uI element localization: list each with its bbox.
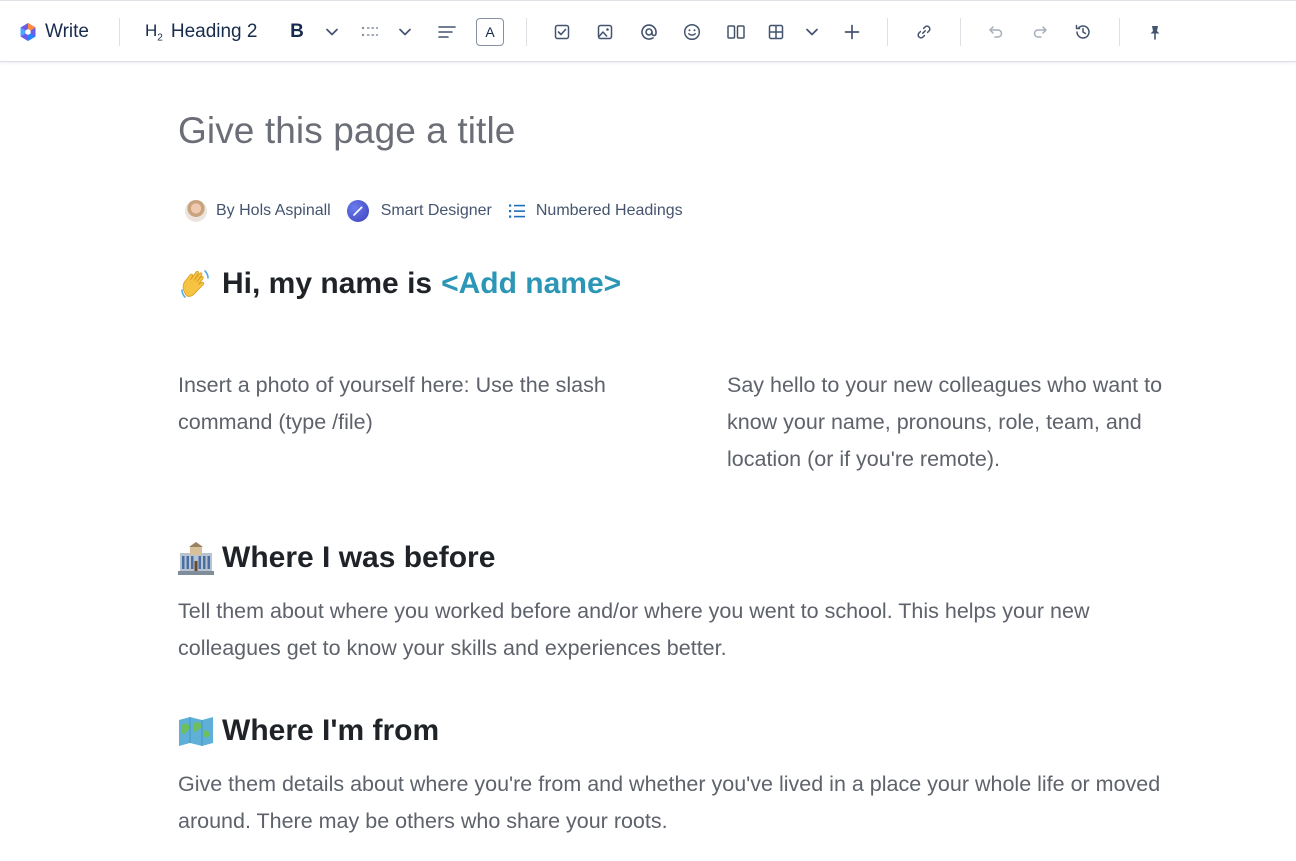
smart-designer-icon [346,200,369,222]
photo-instruction-text[interactable]: Insert a photo of yourself here: Use the… [178,367,678,441]
toolbar-divider [526,18,527,46]
author-byline[interactable]: By Hols Aspinall [185,200,331,222]
page-title-input[interactable]: Give this page a title [178,110,515,152]
text-color-button[interactable]: A [476,18,504,46]
school-building-icon [178,541,214,575]
name-placeholder[interactable]: <Add name> [441,267,621,301]
section-heading-from: Where I'm from [178,711,439,751]
world-map-icon [178,716,214,746]
waving-hand-icon [178,266,214,302]
intro-heading-text: Hi, my name is [222,267,433,300]
text-style-label: Heading 2 [170,21,258,42]
layouts-columns-icon[interactable] [725,22,747,42]
bullet-list-icon[interactable] [359,22,381,42]
table-icon[interactable] [766,22,786,42]
image-icon[interactable] [595,22,615,42]
toolbar-divider [119,18,120,46]
action-item-checkbox-icon[interactable] [552,22,572,42]
toolbar-divider [887,18,888,46]
hello-instruction-text[interactable]: Say hello to your new colleagues who wan… [727,367,1207,478]
section-heading-from-text: Where I'm from [222,714,440,747]
toolbar-divider [1119,18,1120,46]
section-heading-before-text: Where I was before [222,541,496,574]
numbered-headings-byline[interactable]: Numbered Headings [508,202,683,220]
more-formatting-chevron-down-icon[interactable] [322,22,342,42]
emoji-icon[interactable] [681,21,703,43]
text-style-dropdown[interactable]: H2 Heading 2 [145,19,257,45]
intro-heading: Hi, my name is <Add name> [178,264,621,304]
redo-icon[interactable] [1030,22,1050,42]
bold-button[interactable]: B [284,19,310,45]
write-mode-logo-icon[interactable] [18,22,38,42]
pin-toolbar-icon[interactable] [1145,22,1165,42]
link-icon[interactable] [914,22,934,42]
section-heading-before: Where I was before [178,538,495,578]
undo-icon[interactable] [986,22,1006,42]
section-from-body[interactable]: Give them details about where you're fro… [178,766,1188,840]
insert-plus-icon[interactable] [842,22,862,42]
text-align-icon[interactable] [436,22,458,42]
toolbar-divider [960,18,961,46]
numbered-headings-label: Numbered Headings [535,202,683,219]
editor-toolbar: Write H2 Heading 2 B A [0,0,1296,62]
mention-at-icon[interactable] [638,21,660,43]
author-name: By Hols Aspinall [216,202,331,219]
page-byline: By Hols Aspinall Smart Designer Numbered… [185,198,699,224]
heading-level-icon: H2 [145,20,163,44]
numbered-list-icon [508,202,526,220]
author-avatar [185,200,207,222]
write-mode-button[interactable]: Write [45,19,89,45]
version-history-icon[interactable] [1072,21,1094,43]
section-before-body[interactable]: Tell them about where you worked before … [178,593,1188,667]
list-options-chevron-down-icon[interactable] [395,22,415,42]
smart-designer-label: Smart Designer [380,202,492,219]
smart-designer-byline[interactable]: Smart Designer [346,200,492,222]
table-options-chevron-down-icon[interactable] [802,22,822,42]
